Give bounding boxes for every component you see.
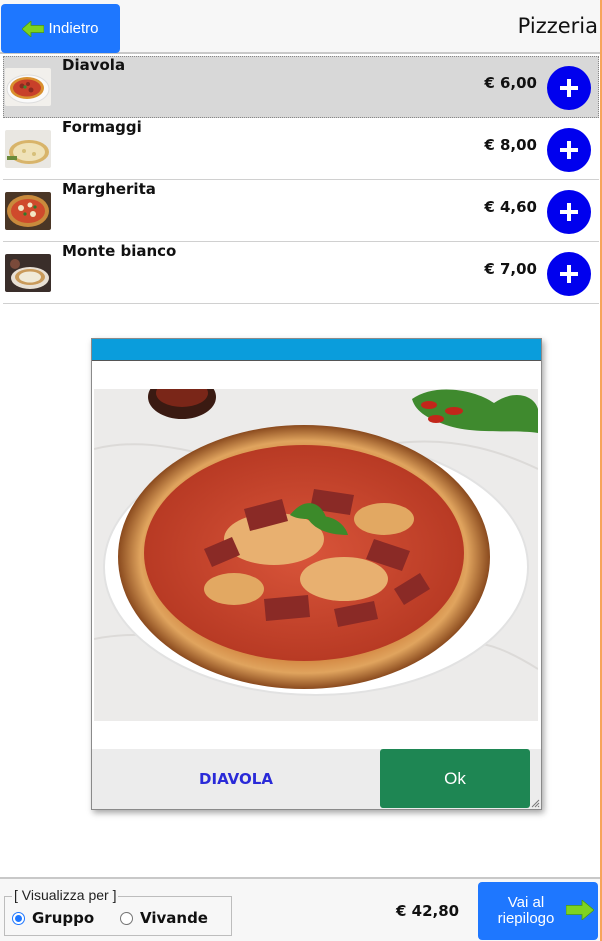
radio-button[interactable] xyxy=(120,911,133,925)
product-thumbnail xyxy=(5,130,51,168)
plus-icon xyxy=(560,265,578,283)
product-thumbnail xyxy=(5,68,51,106)
dialog-caption: DIAVOLA xyxy=(199,770,273,788)
arrow-right-icon xyxy=(566,900,594,920)
dialog-titlebar[interactable] xyxy=(92,339,541,361)
product-name: Margherita xyxy=(62,180,156,198)
radio-option-vivande[interactable]: Vivande xyxy=(120,909,208,927)
header: Indietro Pizzeria xyxy=(0,0,600,54)
view-by-legend: [ Visualizza per ] xyxy=(12,887,119,903)
add-button[interactable] xyxy=(547,66,591,110)
add-button[interactable] xyxy=(547,190,591,234)
app-window: Indietro Pizzeria Diavola € 6,00 Formagg… xyxy=(0,0,602,941)
product-list: Diavola € 6,00 Formaggi € 8,00 Margherit… xyxy=(3,56,599,304)
product-thumbnail xyxy=(5,192,51,230)
product-thumbnail xyxy=(5,254,51,292)
radio-label: Vivande xyxy=(140,909,208,927)
add-button[interactable] xyxy=(547,252,591,296)
product-price: € 7,00 xyxy=(484,260,537,278)
plus-icon xyxy=(560,79,578,97)
summary-button[interactable]: Vai al riepilogo xyxy=(478,882,598,940)
add-button[interactable] xyxy=(547,128,591,172)
list-item[interactable]: Margherita € 4,60 xyxy=(3,180,599,242)
list-item[interactable]: Diavola € 6,00 xyxy=(3,56,599,118)
order-total: € 42,80 xyxy=(396,902,460,920)
ok-button[interactable]: Ok xyxy=(380,749,530,808)
dialog-footer: DIAVOLA Ok xyxy=(92,749,541,809)
page-title: Pizzeria xyxy=(517,14,598,38)
radio-button-checked[interactable] xyxy=(12,911,25,925)
product-price: € 4,60 xyxy=(484,198,537,216)
product-name: Formaggi xyxy=(62,118,142,136)
plus-icon xyxy=(560,203,578,221)
product-price: € 8,00 xyxy=(484,136,537,154)
arrow-left-icon xyxy=(22,20,45,37)
footer-bar: [ Visualizza per ] Gruppo Vivande € 42,8… xyxy=(0,877,600,941)
product-preview-dialog: DIAVOLA Ok xyxy=(91,338,542,810)
summary-button-label: Vai al riepilogo xyxy=(497,894,555,927)
list-item[interactable]: Monte bianco € 7,00 xyxy=(3,242,599,304)
list-item[interactable]: Formaggi € 8,00 xyxy=(3,118,599,180)
plus-icon xyxy=(560,141,578,159)
radio-label: Gruppo xyxy=(32,909,95,927)
view-by-group: [ Visualizza per ] Gruppo Vivande xyxy=(4,887,232,936)
product-photo xyxy=(94,389,538,721)
product-price: € 6,00 xyxy=(484,74,537,92)
product-name: Monte bianco xyxy=(62,242,177,260)
radio-option-gruppo[interactable]: Gruppo xyxy=(12,909,94,927)
product-name: Diavola xyxy=(62,56,126,74)
back-button-label: Indietro xyxy=(48,20,99,37)
resize-grip-icon[interactable] xyxy=(530,798,540,808)
back-button[interactable]: Indietro xyxy=(1,4,120,53)
